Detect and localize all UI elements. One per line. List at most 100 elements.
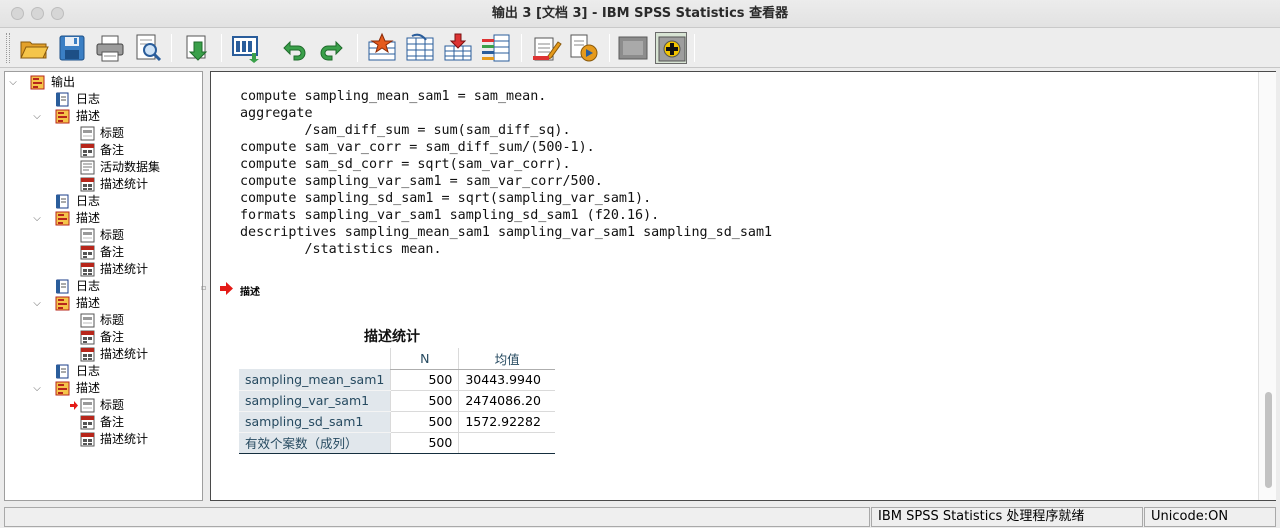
outline-node-descriptives[interactable]: ⌵ 描述: [6, 108, 196, 125]
procedure-book-icon: [55, 381, 70, 396]
outline-node-log[interactable]: 日志: [6, 278, 196, 295]
row-header: sampling_sd_sam1: [239, 411, 391, 433]
toolbar-grip[interactable]: [6, 33, 10, 63]
goto-case-icon[interactable]: [404, 32, 436, 64]
outline-node-notes[interactable]: 备注: [6, 244, 196, 261]
outline-node-log[interactable]: 日志: [6, 91, 196, 108]
cell-mean: 2474086.20: [458, 390, 555, 412]
log-icon: [55, 279, 70, 294]
table-title: 描述统计: [364, 329, 420, 345]
outline-node-descriptive-statistics[interactable]: 描述统计: [6, 346, 196, 363]
cell-n: 500: [390, 411, 459, 433]
vertical-scrollbar[interactable]: [1258, 72, 1276, 500]
syntax-line: compute sampling_var_sam1 = sam_var_corr…: [240, 174, 603, 189]
toolbar-separator: [521, 34, 522, 62]
notes-icon: [80, 415, 95, 430]
cell-n: 500: [390, 432, 459, 454]
hide-icon[interactable]: [617, 32, 649, 64]
row-header: sampling_mean_sam1: [239, 369, 391, 391]
notes-icon: [80, 143, 95, 158]
column-header-mean: 均值: [458, 348, 555, 370]
syntax-line: formats sampling_var_sam1 sampling_sd_sa…: [240, 208, 660, 223]
variables-icon[interactable]: [480, 32, 512, 64]
table-row: 有效个案数（成列） 500: [239, 432, 555, 454]
toolbar-separator: [694, 34, 695, 62]
outline-node-notes[interactable]: 备注: [6, 329, 196, 346]
syntax-line: descriptives sampling_mean_sam1 sampling…: [240, 225, 773, 240]
title-icon: [80, 126, 95, 141]
export-icon[interactable]: [180, 32, 212, 64]
outline-node-log[interactable]: 日志: [6, 363, 196, 380]
show-icon[interactable]: [655, 32, 687, 64]
splitter-handle-icon[interactable]: ▫: [201, 283, 209, 292]
goto-variable-icon[interactable]: [442, 32, 474, 64]
table-row: sampling_mean_sam1 500 30443.9940: [239, 369, 555, 391]
outline-node-descriptive-statistics[interactable]: 描述统计: [6, 431, 196, 448]
procedure-book-icon: [55, 296, 70, 311]
outline-node-title[interactable]: 标题: [6, 227, 196, 244]
notes-icon: [80, 245, 95, 260]
print-preview-icon[interactable]: [132, 32, 164, 64]
outline-node-descriptives[interactable]: ⌵ 描述: [6, 380, 196, 397]
table-row: sampling_sd_sam1 500 1572.92282: [239, 411, 555, 433]
outline-node-notes[interactable]: 备注: [6, 414, 196, 431]
title-bar: 输出 3 [文档 3] - IBM SPSS Statistics 查看器: [0, 0, 1280, 28]
collapse-chevron-icon[interactable]: ⌵: [32, 108, 42, 125]
syntax-log: compute sampling_mean_sam1 = sam_mean. ag…: [240, 88, 772, 258]
procedure-book-icon: [55, 109, 70, 124]
outline-node-title[interactable]: 标题: [6, 125, 196, 142]
output-book-icon: [30, 75, 45, 90]
syntax-line: /sam_diff_sum = sum(sam_diff_sq).: [240, 123, 571, 138]
syntax-line: compute sampling_sd_sam1 = sqrt(sampling…: [240, 191, 652, 206]
collapse-chevron-icon[interactable]: ⌵: [32, 380, 42, 397]
undo-icon[interactable]: [278, 32, 310, 64]
dialog-recall-icon[interactable]: [230, 32, 262, 64]
cell-mean: 1572.92282: [458, 411, 555, 433]
title-icon: [80, 398, 95, 413]
outline-node-log[interactable]: 日志: [6, 193, 196, 210]
title-icon: [80, 228, 95, 243]
syntax-line: compute sampling_mean_sam1 = sam_mean.: [240, 89, 547, 104]
print-icon[interactable]: [94, 32, 126, 64]
window-title: 输出 3 [文档 3] - IBM SPSS Statistics 查看器: [491, 6, 789, 21]
open-icon[interactable]: [18, 32, 50, 64]
redo-icon[interactable]: [316, 32, 348, 64]
toolbar: [0, 28, 1280, 68]
collapse-chevron-icon[interactable]: ⌵: [32, 210, 42, 227]
outline-node-descriptive-statistics[interactable]: 描述统计: [6, 261, 196, 278]
save-icon[interactable]: [56, 32, 88, 64]
collapse-chevron-icon[interactable]: ⌵: [8, 74, 18, 91]
descriptive-statistics-table[interactable]: N 均值 sampling_mean_sam1 500 30443.9940 s…: [239, 348, 555, 454]
procedure-book-icon: [55, 211, 70, 226]
outline-node-output[interactable]: ⌵ 输出: [6, 74, 196, 91]
collapse-chevron-icon[interactable]: ⌵: [32, 295, 42, 312]
outline-node-title[interactable]: 标题: [6, 312, 196, 329]
cell-n: 500: [390, 369, 459, 391]
outline-node-descriptives[interactable]: ⌵ 描述: [6, 210, 196, 227]
title-icon: [80, 313, 95, 328]
outline-node-descriptive-statistics[interactable]: 描述统计: [6, 176, 196, 193]
cell-mean: 30443.9940: [458, 369, 555, 391]
toolbar-separator: [221, 34, 222, 62]
pivot-table-icon: [80, 177, 95, 192]
status-message-cell: [4, 507, 870, 527]
scrollbar-thumb[interactable]: [1265, 392, 1272, 488]
log-icon: [55, 92, 70, 107]
pivot-table-icon: [80, 262, 95, 277]
log-icon: [55, 194, 70, 209]
outline-node-descriptives[interactable]: ⌵ 描述: [6, 295, 196, 312]
insert-text-icon[interactable]: [568, 32, 600, 64]
syntax-line: /statistics mean.: [240, 242, 442, 257]
toolbar-separator: [171, 34, 172, 62]
cell-mean: [458, 432, 555, 454]
goto-data-icon[interactable]: [366, 32, 398, 64]
table-row: sampling_var_sam1 500 2474086.20: [239, 390, 555, 412]
outline-node-title-current[interactable]: 标题: [6, 397, 196, 414]
insert-heading-icon[interactable]: [530, 32, 562, 64]
current-item-arrow-icon: [220, 282, 233, 295]
cell-n: 500: [390, 390, 459, 412]
status-bar: IBM SPSS Statistics 处理程序就绪 Unicode:ON: [0, 504, 1280, 528]
pivot-table-icon: [80, 432, 95, 447]
outline-node-notes[interactable]: 备注: [6, 142, 196, 159]
outline-node-active-dataset[interactable]: 活动数据集: [6, 159, 196, 176]
